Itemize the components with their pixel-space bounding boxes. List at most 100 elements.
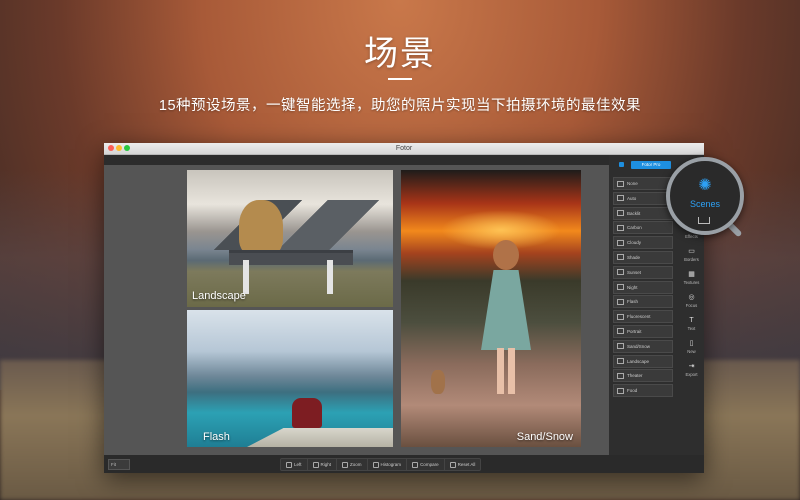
histogram-button[interactable]: Histogram [368,459,408,470]
scene-label: Cloudy [627,240,642,246]
scene-thumb-icon [617,224,624,231]
export-icon: ⇥ [688,362,695,370]
scene-item[interactable]: Food [613,384,673,398]
hero-divider [388,78,412,80]
scene-item[interactable]: Auto [613,191,673,205]
scene-thumb-icon [617,313,624,320]
scene-item[interactable]: Flash [613,295,673,309]
scene-thumb-icon [617,269,624,276]
tool-label: Textures [683,279,700,285]
tool-focus[interactable]: ◎ Focus [679,289,704,312]
teddy-bear [239,200,283,256]
rotate-right-icon [312,461,319,468]
scene-label: Shade [627,254,641,260]
scene-thumb-icon [617,298,624,305]
scene-label: Theater [627,373,643,379]
photo-mountains [187,200,393,250]
photo-landscape[interactable]: Landscape [187,170,393,307]
photo-sand-snow[interactable]: Sand/Snow [401,170,581,447]
scene-list: None Auto Backlit Carbon Cloudy Shade Su… [613,177,673,399]
scene-label: Fluorescent [627,314,651,320]
rotate-left-icon [286,461,292,468]
scene-item[interactable]: None [613,177,673,190]
scene-thumb-icon [617,195,624,202]
bottom-button-group: Left Right Zoom Histogram Compare Reset … [280,458,482,471]
scene-thumb-icon [617,239,624,246]
scene-label: Carbon [627,225,642,231]
scene-item[interactable]: Landscape [613,354,673,368]
scene-item[interactable]: Shade [613,250,673,264]
scene-item[interactable]: Backlit [613,206,673,220]
button-label: Left [294,462,302,467]
tool-export[interactable]: ⇥ Export [679,358,704,381]
jetty [247,428,393,447]
scene-item[interactable]: Fluorescent [613,310,673,324]
tool-new[interactable]: ▯ New [679,335,704,358]
scene-item[interactable]: Sunset [613,265,673,279]
scene-label: Portrait [627,328,642,334]
photo-label: Flash [203,431,230,443]
text-icon: T [689,316,694,324]
borders-icon: ▭ [688,247,695,255]
bench-leg [243,260,249,294]
girl-dress [481,270,531,350]
tool-label: Focus [685,302,698,308]
tool-label: New [687,348,696,354]
girl [481,240,531,400]
sun-icon: ✺ [698,177,712,194]
window-title: Fotor [395,145,413,152]
bench-leg [327,260,333,294]
scene-item[interactable]: Portrait [613,324,673,338]
photo-label: Landscape [192,290,246,302]
histogram-icon [372,461,379,468]
rotate-right-button[interactable]: Right [308,459,338,470]
compare-button[interactable]: Compare [407,459,445,470]
rotate-left-button[interactable]: Left [281,459,308,470]
tool-label: Export [685,371,698,377]
window-titlebar: Fotor [104,143,704,155]
scene-thumb-icon [617,372,624,379]
reset-icon [449,461,456,468]
couple [292,398,322,428]
new-file-icon: ▯ [689,339,694,347]
hero-subtitle: 15种预设场景，一键智能选择，助您的照片实现当下拍摄环境的最佳效果 [158,98,642,114]
photo-flash[interactable]: Flash [187,310,393,447]
compare-icon [412,461,419,468]
scene-label: Night [627,284,638,290]
scenes-magnifier[interactable]: ✺ Scenes [666,157,744,235]
zoom-select[interactable]: Fit [108,459,130,470]
scene-item[interactable]: Night [613,280,673,294]
scene-thumb-icon [617,210,624,217]
scene-thumb-icon [617,343,624,350]
hero-title: 场景 [364,35,436,73]
scene-item[interactable]: Cloudy [613,236,673,250]
borders-icon [698,217,710,224]
girl-head [493,240,519,270]
tool-column: ✦Effects ▭Borders ▦Textures ◎Focus TText… [679,220,704,381]
scene-thumb-icon [617,284,624,291]
app-window: Fotor Landscape Flash Sand/Snow Fotor Pr… [104,143,704,473]
scene-label: Sand/Snow [627,343,651,349]
focus-icon: ◎ [688,293,695,301]
tool-label: Effects [685,233,698,239]
tool-textures[interactable]: ▦ Textures [679,266,704,289]
scene-label: Auto [627,195,637,201]
reset-all-button[interactable]: Reset All [445,459,481,470]
photo-canvas: Landscape Flash Sand/Snow [104,165,609,455]
scene-thumb-icon [617,387,624,394]
tool-label: Text [687,325,696,331]
zoom-tool-button[interactable]: Zoom [337,459,368,470]
tool-borders[interactable]: ▭ Borders [679,243,704,266]
scene-thumb-icon [617,328,624,335]
photo-label: Sand/Snow [516,431,573,443]
scene-label: Sunset [627,269,642,275]
scene-item[interactable]: Carbon [613,221,673,235]
scene-thumb-icon [617,180,624,187]
diamond-icon [619,162,624,167]
fotor-pro-button[interactable]: Fotor Pro [631,161,671,169]
tool-text[interactable]: T Text [679,312,704,335]
scene-item[interactable]: Theater [613,369,673,383]
scene-item[interactable]: Sand/Snow [613,339,673,353]
bottom-toolbar: Fit Left Right Zoom Histogram Compare Re… [104,455,704,473]
textures-icon: ▦ [688,270,695,278]
